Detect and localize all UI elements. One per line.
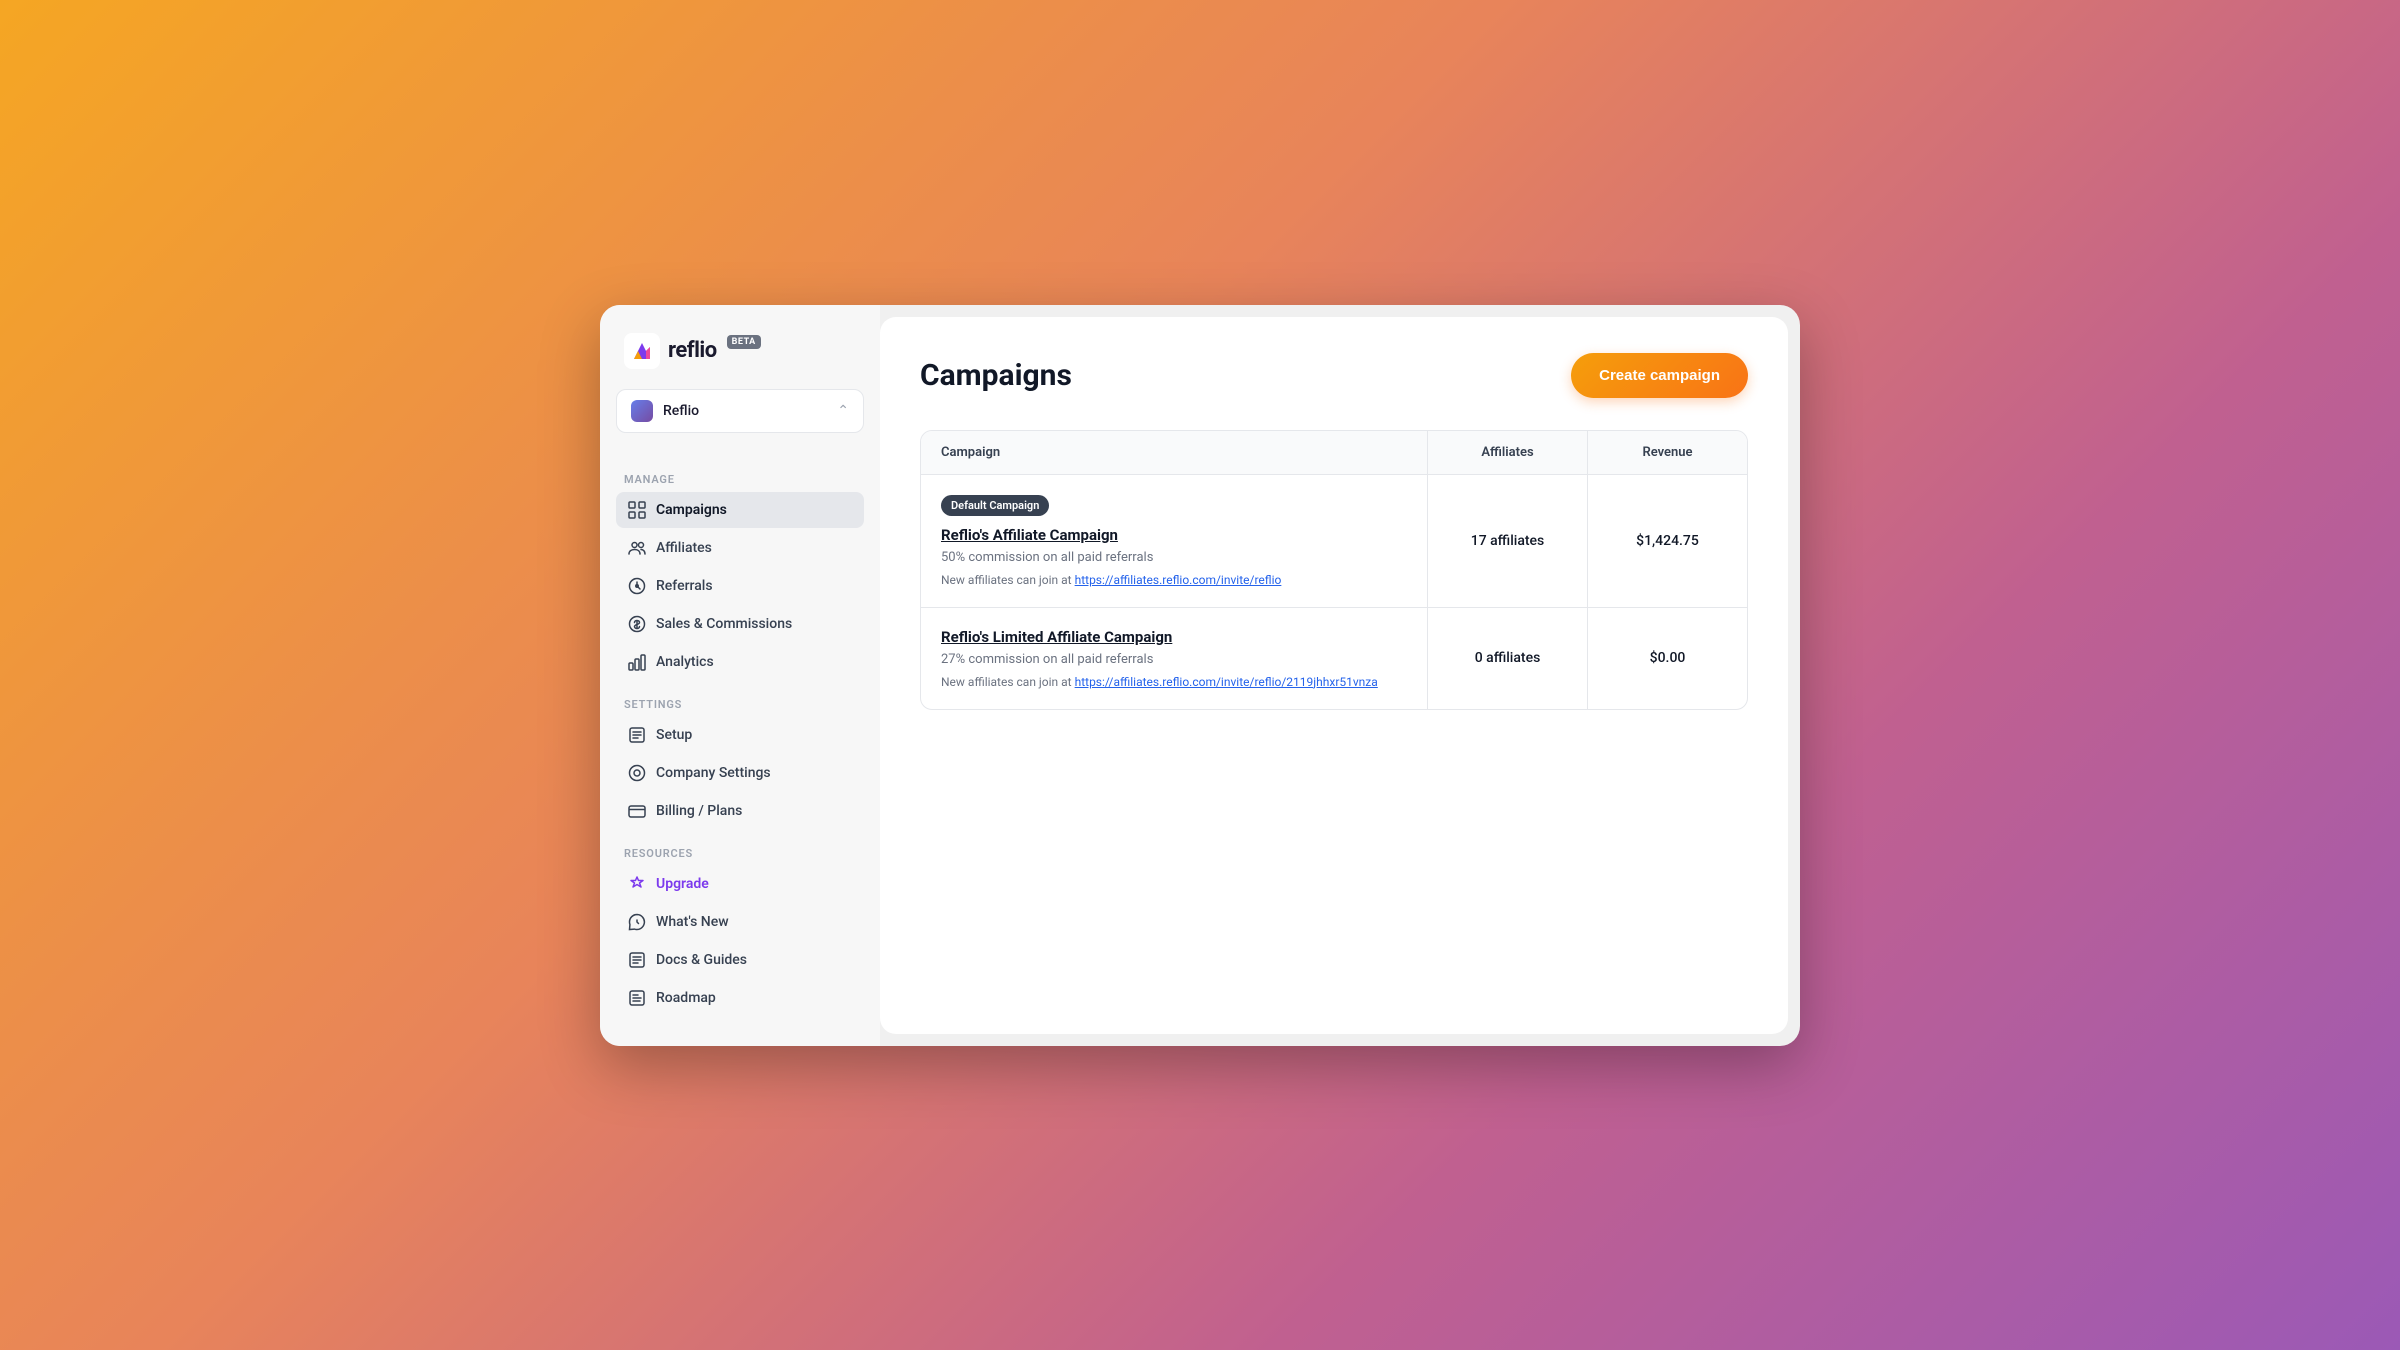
table-row: Reflio's Limited Affiliate Campaign 27% … [921,608,1747,709]
sales-label: Sales & Commissions [656,616,792,632]
campaigns-icon [628,501,646,519]
sidebar-item-analytics[interactable]: Analytics [616,644,864,680]
logo-icon [624,333,660,369]
billing-label: Billing / Plans [656,803,742,819]
company-label: Company Settings [656,765,771,781]
sidebar-item-upgrade[interactable]: Upgrade [616,866,864,902]
affiliates-icon [628,539,646,557]
referrals-label: Referrals [656,578,713,594]
revenue-cell-1: $1,424.75 [1587,475,1747,607]
analytics-icon [628,653,646,671]
create-campaign-button[interactable]: Create campaign [1571,353,1748,398]
app-container: reflio BETA Reflio ⌃ MANAGE Campaigns Af… [600,305,1800,1046]
workspace-selector[interactable]: Reflio ⌃ [616,389,864,433]
logo-area: reflio BETA [616,333,864,369]
campaign-cell-2: Reflio's Limited Affiliate Campaign 27% … [921,608,1427,709]
logo-text: reflio [668,338,717,363]
whats-new-label: What's New [656,914,729,930]
setup-label: Setup [656,727,692,743]
campaign-link-row-2: New affiliates can join at https://affil… [941,675,1407,689]
affiliates-cell-2: 0 affiliates [1427,608,1587,709]
th-campaign: Campaign [921,431,1427,474]
workspace-name: Reflio [663,403,827,419]
settings-section-label: SETTINGS [616,698,864,711]
sidebar-item-roadmap[interactable]: Roadmap [616,980,864,1016]
chevron-icon: ⌃ [837,403,849,419]
referrals-icon [628,577,646,595]
affiliates-label: Affiliates [656,540,712,556]
affiliates-cell-1: 17 affiliates [1427,475,1587,607]
sidebar-item-sales[interactable]: Sales & Commissions [616,606,864,642]
link-prefix-1: New affiliates can join at [941,573,1072,587]
default-badge: Default Campaign [941,495,1049,516]
campaigns-table: Campaign Affiliates Revenue Default Camp… [920,430,1748,710]
docs-label: Docs & Guides [656,952,747,968]
docs-icon [628,951,646,969]
campaigns-label: Campaigns [656,502,727,518]
page-title: Campaigns [920,358,1072,393]
sidebar-item-whats-new[interactable]: What's New [616,904,864,940]
whats-new-icon [628,913,646,931]
table-row: Default Campaign Reflio's Affiliate Camp… [921,475,1747,608]
setup-icon [628,726,646,744]
sidebar-item-billing[interactable]: Billing / Plans [616,793,864,829]
campaign-desc-1: 50% commission on all paid referrals [941,550,1407,565]
revenue-cell-2: $0.00 [1587,608,1747,709]
sidebar-item-docs[interactable]: Docs & Guides [616,942,864,978]
campaign-link-row-1: New affiliates can join at https://affil… [941,573,1407,587]
campaign-name-2[interactable]: Reflio's Limited Affiliate Campaign [941,628,1407,646]
manage-section-label: MANAGE [616,473,864,486]
workspace-icon [631,400,653,422]
campaign-link-1[interactable]: https://affiliates.reflio.com/invite/ref… [1075,573,1282,587]
table-header: Campaign Affiliates Revenue [921,431,1747,475]
th-revenue: Revenue [1587,431,1747,474]
campaign-cell-1: Default Campaign Reflio's Affiliate Camp… [921,475,1427,607]
sidebar-item-referrals[interactable]: Referrals [616,568,864,604]
billing-icon [628,802,646,820]
resources-section-label: RESOURCES [616,847,864,860]
sidebar-item-affiliates[interactable]: Affiliates [616,530,864,566]
campaign-link-2[interactable]: https://affiliates.reflio.com/invite/ref… [1075,675,1378,689]
upgrade-icon [628,875,646,893]
sidebar-item-setup[interactable]: Setup [616,717,864,753]
th-affiliates: Affiliates [1427,431,1587,474]
beta-badge: BETA [727,335,761,349]
analytics-label: Analytics [656,654,714,670]
upgrade-label: Upgrade [656,876,709,892]
campaign-desc-2: 27% commission on all paid referrals [941,652,1407,667]
link-prefix-2: New affiliates can join at [941,675,1072,689]
campaign-name-1[interactable]: Reflio's Affiliate Campaign [941,526,1407,544]
company-icon [628,764,646,782]
sidebar: reflio BETA Reflio ⌃ MANAGE Campaigns Af… [600,305,880,1046]
sidebar-item-campaigns[interactable]: Campaigns [616,492,864,528]
page-header: Campaigns Create campaign [920,353,1748,398]
main-content: Campaigns Create campaign Campaign Affil… [880,317,1788,1034]
roadmap-icon [628,989,646,1007]
sales-icon [628,615,646,633]
roadmap-label: Roadmap [656,990,716,1006]
sidebar-item-company[interactable]: Company Settings [616,755,864,791]
